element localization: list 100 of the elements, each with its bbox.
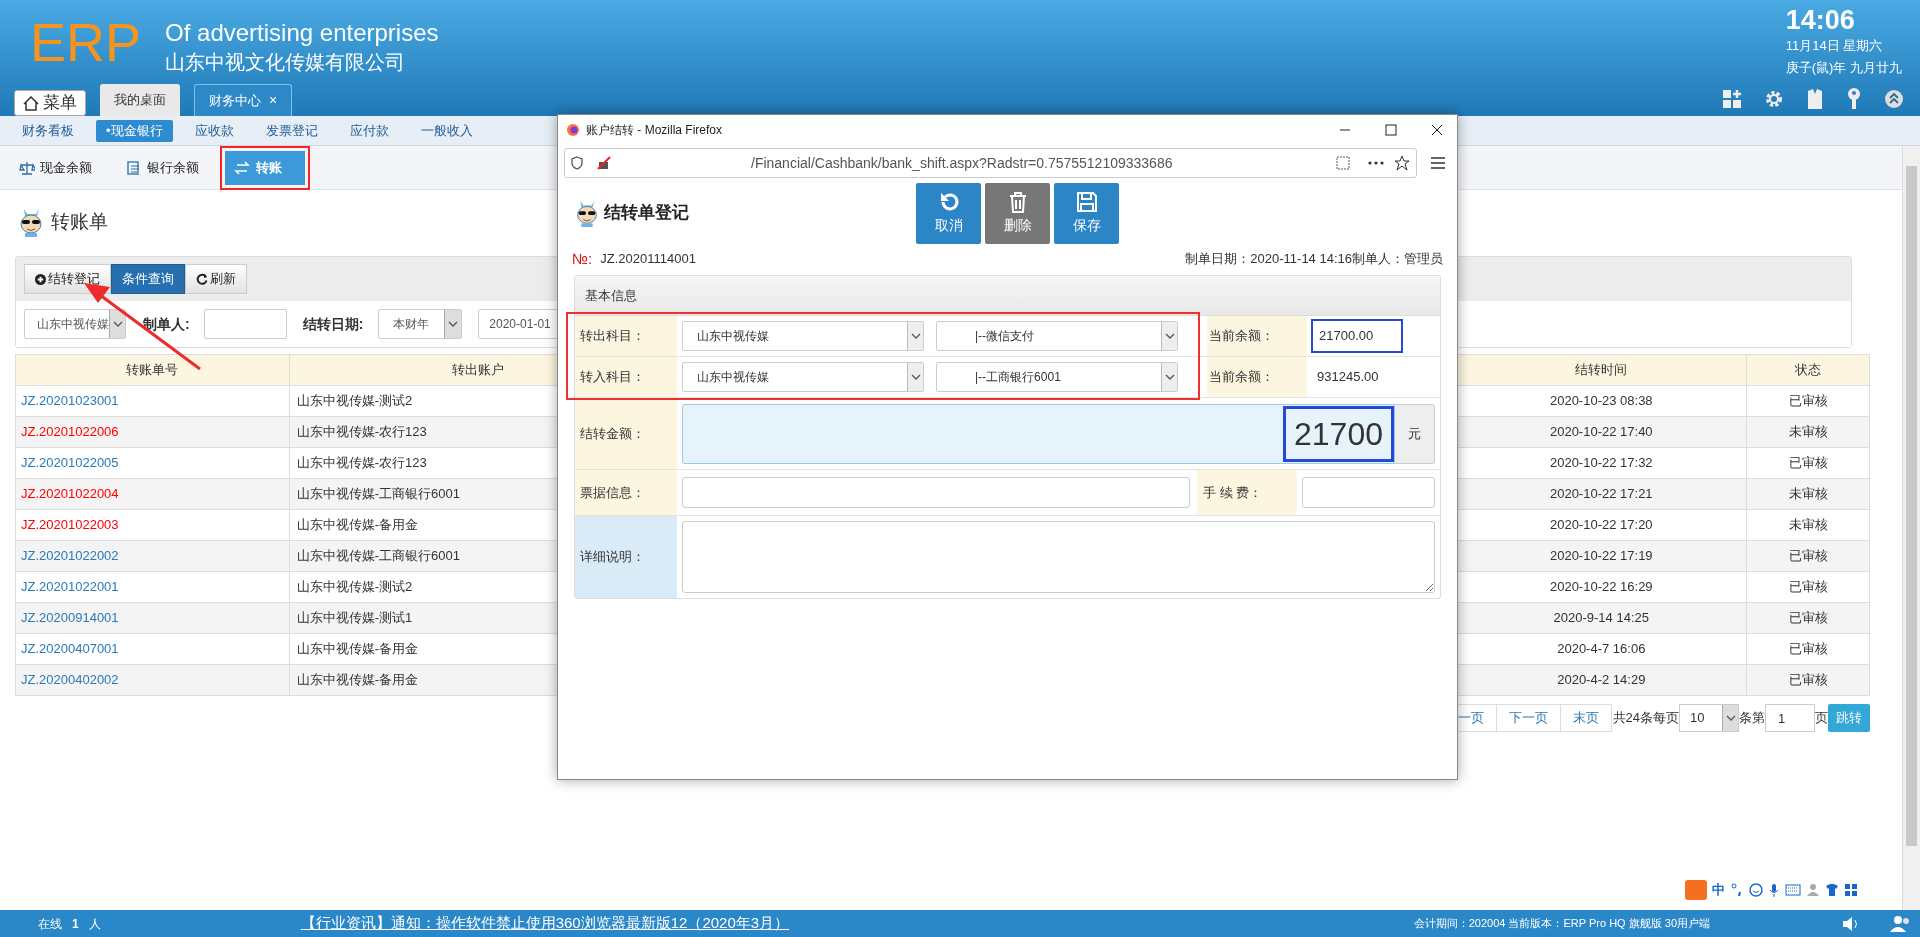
subtab[interactable]: 转账 (225, 150, 305, 185)
transfer-number-link[interactable]: JZ.20200914001 (21, 608, 119, 628)
maker-field[interactable] (203, 309, 287, 339)
balance-value: 21700.00 (1311, 319, 1403, 353)
add-widget-icon[interactable] (1722, 89, 1742, 109)
balance-label: 当前余额： (1209, 368, 1274, 387)
clock-time: 14:06 (1785, 4, 1855, 36)
save-button[interactable]: 保存 (1054, 182, 1119, 244)
delete-button[interactable]: 删除 (985, 182, 1050, 244)
table-cell-text: 山东中视传媒-农行123 (296, 423, 427, 442)
transfer-number-link[interactable]: JZ.20201022003 (21, 515, 119, 535)
ime-logo-icon (1685, 880, 1707, 900)
tab[interactable]: 财务中心 × (194, 84, 293, 116)
field-label: 详细说明： (580, 548, 645, 567)
transfer-icon (233, 159, 251, 176)
table-cell-text: 已审核 (1788, 671, 1828, 690)
transfer-number-link[interactable]: JZ.20201022006 (21, 422, 119, 442)
next-page-button[interactable]: 下一页 (1496, 704, 1561, 732)
menu-icon[interactable] (1431, 157, 1445, 169)
shield-icon (571, 156, 583, 170)
currency-unit: 元 (1395, 403, 1435, 464)
caret-icon (910, 374, 921, 380)
subtab[interactable]: 现金余额 (11, 150, 100, 185)
maximize-icon[interactable] (1385, 124, 1397, 136)
speaker-icon[interactable] (1842, 915, 1860, 932)
nav-item[interactable]: 应收款 (184, 119, 244, 142)
more-icon[interactable] (1368, 161, 1384, 165)
scrollbar[interactable] (1902, 146, 1920, 910)
toolbar-button[interactable]: 结转登记 (24, 264, 111, 294)
users-icon[interactable] (1890, 914, 1912, 933)
table-cell-text: 2020-9-14 14:25 (1553, 609, 1649, 628)
period-select[interactable]: 本财年 (378, 309, 463, 339)
star-icon[interactable] (1394, 155, 1410, 171)
page-size-select[interactable]: 10 (1679, 704, 1739, 732)
table-cell-text: 已审核 (1788, 454, 1828, 473)
grid-icon (1844, 883, 1858, 897)
nav-item[interactable]: 发票登记 (255, 119, 328, 142)
menu-button[interactable]: 菜单 (14, 90, 86, 116)
table-cell-text: 山东中视传媒-备用金 (296, 516, 419, 535)
shirt-icon (1825, 883, 1839, 897)
notice-link[interactable]: 【行业资讯】通知：操作软件禁止使用360浏览器最新版12（2020年3月） (300, 912, 790, 935)
subtab[interactable]: 银行余额 (118, 150, 207, 185)
ime-mode: 中 (1712, 881, 1725, 900)
cancel-button[interactable]: 取消 (916, 182, 981, 244)
settings-icon[interactable] (1764, 89, 1784, 109)
per-page-text: 条第 (1739, 709, 1765, 728)
refresh-icon (196, 273, 208, 285)
column-header: 状态 (1795, 361, 1822, 380)
toolbar-button[interactable]: 刷新 (185, 264, 247, 294)
transfer-number-link[interactable]: JZ.20201022001 (21, 577, 119, 597)
nav-item[interactable]: 一般收入 (410, 119, 483, 142)
table-cell-text: 山东中视传媒-农行123 (296, 454, 427, 473)
number-label: №: (572, 248, 593, 269)
add-icon (35, 273, 46, 285)
smiley-icon (1749, 883, 1763, 897)
page-number-field[interactable]: 1 (1765, 704, 1815, 732)
company-select[interactable]: 山东中视传媒 (682, 362, 924, 392)
transfer-number-link[interactable]: JZ.20201023001 (21, 391, 119, 411)
table-cell-text: 已审核 (1788, 578, 1828, 597)
last-page-button[interactable]: 末页 (1560, 704, 1612, 732)
address-bar[interactable]: /Financial/Cashbank/bank_shift.aspx?Radstr=0.7575512109333686 (564, 148, 1417, 178)
ime-toolbar[interactable]: 中 (1683, 878, 1860, 902)
table-cell-text: 山东中视传媒-工商银行6001 (296, 485, 460, 504)
nav-item[interactable]: •现金银行 (96, 119, 173, 142)
field-label: 转出科目： (580, 327, 645, 346)
online-label: 在线 (38, 915, 62, 933)
erp-logo: ERP (30, 11, 142, 74)
nav-item[interactable]: 应付款 (339, 119, 399, 142)
transfer-number-link[interactable]: JZ.20201022005 (21, 453, 119, 473)
account-select[interactable]: |--工商银行6001 (936, 362, 1178, 392)
close-tab-button[interactable]: × (269, 90, 278, 111)
column-header: 转账单号 (126, 361, 179, 380)
transfer-number-link[interactable]: JZ.20201022004 (21, 484, 119, 504)
close-icon[interactable] (1431, 124, 1443, 136)
description-field[interactable] (682, 521, 1435, 593)
table-cell-text: 山东中视传媒-工商银行6001 (296, 547, 460, 566)
qr-code-icon (1336, 156, 1350, 170)
account-select[interactable]: |--微信支付 (936, 321, 1178, 351)
company-select[interactable]: 山东中视传媒 (24, 309, 126, 339)
transfer-number-link[interactable]: JZ.20201022002 (21, 546, 119, 566)
balance-label: 当前余额： (1209, 327, 1274, 346)
table-cell-text: 已审核 (1788, 547, 1828, 566)
fee-field[interactable] (1302, 477, 1435, 508)
table-cell-text: 2020-10-22 17:40 (1549, 423, 1653, 442)
company-select[interactable]: 山东中视传媒 (682, 321, 924, 351)
lunar-date: 庚子(鼠)年 九月廿九 (1785, 59, 1902, 77)
nav-item[interactable]: 财务看板 (12, 119, 84, 142)
table-cell-text: 2020-4-7 16:06 (1557, 640, 1646, 659)
transfer-number-link[interactable]: JZ.20200407001 (21, 639, 119, 659)
table-cell-text: 已审核 (1788, 640, 1828, 659)
table-cell-text: 2020-10-22 16:29 (1549, 578, 1653, 597)
amount-value: 21700 (1283, 405, 1394, 462)
amount-field[interactable]: 21700 (682, 403, 1395, 464)
toolbar-button[interactable]: 条件查询 (111, 264, 185, 294)
bill-info-field[interactable] (682, 477, 1190, 508)
transfer-number-link[interactable]: JZ.20200402002 (21, 670, 119, 690)
shirt-icon[interactable] (1806, 88, 1824, 110)
collapse-icon[interactable] (1884, 89, 1904, 109)
tab[interactable]: 我的桌面 (100, 84, 180, 116)
key-icon[interactable] (1846, 88, 1862, 110)
